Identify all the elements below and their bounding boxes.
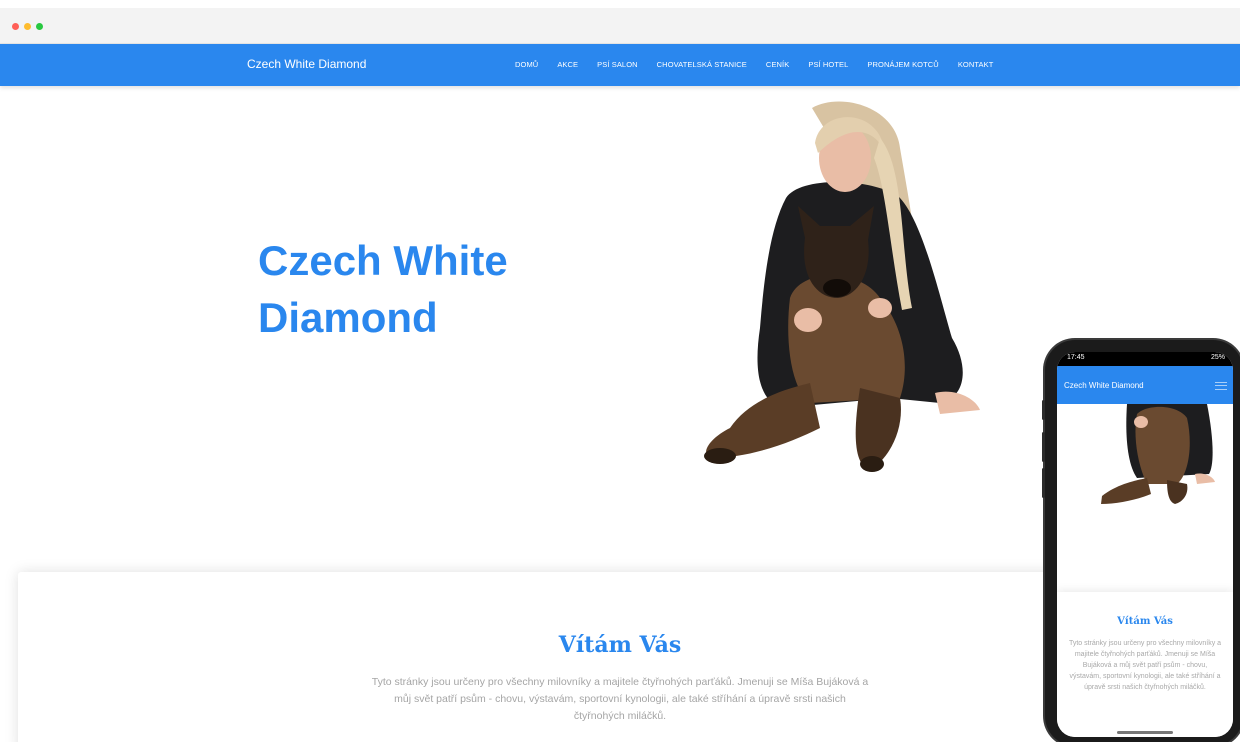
welcome-text: Tyto stránky jsou určeny pro všechny mil…	[371, 676, 869, 722]
phone-side-button	[1042, 400, 1045, 420]
nav-item-cenik[interactable]: CENÍK	[766, 60, 789, 69]
nav-item-psi-salon[interactable]: PSÍ SALON	[597, 60, 638, 69]
phone-side-button	[1042, 468, 1045, 498]
phone-notch	[1115, 352, 1175, 362]
nav-menu: DOMŮ AKCE PSÍ SALON CHOVATELSKÁ STANICE …	[515, 60, 1012, 69]
phone-battery: 25%	[1210, 354, 1225, 361]
hero-photo-woman-with-dog	[704, 101, 980, 472]
phone-status-bar: 17:45 25%	[1057, 352, 1233, 366]
top-navbar: Czech White Diamond DOMŮ AKCE PSÍ SALON …	[0, 44, 1240, 86]
phone-screen: 17:45 25% Czech White Diamond Vítám Vás …	[1057, 352, 1233, 737]
window-maximize-dot[interactable]	[36, 23, 43, 30]
phone-hero-photo	[1101, 404, 1215, 504]
phone-welcome-card: Vítám Vás Tyto stránky jsou určeny pro v…	[1057, 592, 1233, 737]
hamburger-menu-icon[interactable]	[1215, 382, 1227, 390]
phone-time: 17:45	[1067, 354, 1085, 361]
phone-navbar-brand[interactable]: Czech White Diamond	[1064, 381, 1144, 390]
nav-item-psi-hotel[interactable]: PSÍ HOTEL	[808, 60, 848, 69]
window-close-dot[interactable]	[12, 23, 19, 30]
nav-item-kontakt[interactable]: KONTAKT	[958, 60, 994, 69]
hero-title: Czech White Diamond	[258, 237, 508, 341]
phone-side-button	[1042, 432, 1045, 462]
navbar-brand[interactable]: Czech White Diamond	[247, 57, 366, 71]
nav-item-pronajem-kotcu[interactable]: PRONÁJEM KOTCŮ	[867, 60, 938, 69]
window-minimize-dot[interactable]	[24, 23, 31, 30]
nav-item-domu[interactable]: DOMŮ	[515, 60, 538, 69]
phone-mockup: 17:45 25% Czech White Diamond Vítám Vás …	[1042, 340, 1240, 742]
browser-chrome	[0, 8, 1240, 44]
phone-home-indicator	[1117, 731, 1173, 734]
nav-item-akce[interactable]: AKCE	[557, 60, 578, 69]
phone-welcome-text: Tyto stránky jsou určeny pro všechny mil…	[1068, 640, 1222, 691]
welcome-title: Vítám Vás	[558, 632, 682, 658]
welcome-card: Vítám Vás Tyto stránky jsou určeny pro v…	[18, 572, 1078, 742]
phone-navbar: Czech White Diamond	[1057, 366, 1233, 404]
nav-item-chovatelska-stanice[interactable]: CHOVATELSKÁ STANICE	[657, 60, 747, 69]
phone-welcome-title: Vítám Vás	[1117, 616, 1173, 627]
